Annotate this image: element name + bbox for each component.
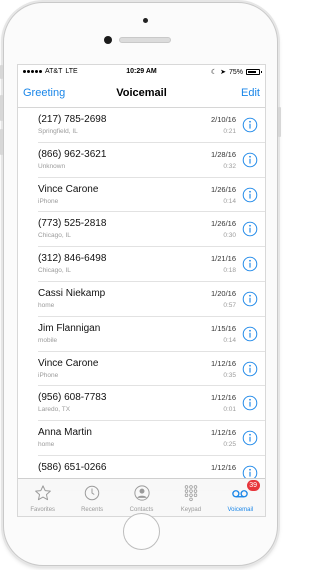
mute-switch xyxy=(0,65,3,79)
voicemail-date: 1/12/16 xyxy=(210,428,236,438)
voicemail-duration: 0:14 xyxy=(223,336,236,344)
voicemail-row[interactable]: Jim Flannigan mobile 1/15/16 0:14 xyxy=(38,317,265,352)
voicemail-date: 1/26/16 xyxy=(210,219,236,229)
voicemail-duration: 0:01 xyxy=(223,406,236,414)
voicemail-row[interactable]: (773) 525-2818 Chicago, IL 1/26/16 0:30 xyxy=(38,212,265,248)
edit-button[interactable]: Edit xyxy=(241,87,260,99)
voicemail-row[interactable]: Vince Carone iPhone 1/12/16 0:35 xyxy=(38,352,265,387)
caller-name: (312) 846-6498 xyxy=(38,253,107,265)
voicemail-duration: 0:35 xyxy=(223,371,236,379)
navigation-bar: Greeting Voicemail Edit xyxy=(18,79,265,108)
caller-detail: Chicago, IL xyxy=(38,267,71,275)
voicemail-date: 1/26/16 xyxy=(210,184,236,194)
caller-name: Cassi Niekamp xyxy=(38,287,106,299)
tab-recents-label: Recents xyxy=(81,507,104,513)
caller-name: (956) 608-7783 xyxy=(38,392,107,404)
front-camera xyxy=(104,36,112,44)
caller-name: (217) 785-2698 xyxy=(38,114,107,125)
battery-percent: 75% xyxy=(228,68,243,76)
voicemail-row[interactable]: (217) 785-2698 Springfield, IL 2/10/16 0:21 xyxy=(38,108,265,143)
volume-up-button xyxy=(0,95,3,121)
voicemail-date: 1/12/16 xyxy=(210,462,236,472)
voicemail-row[interactable]: Cassi Niekamp home 1/20/16 0:57 xyxy=(38,282,265,317)
caller-detail: Springfield, IL xyxy=(38,128,78,135)
tab-bar: Favorites Recents Contacts Keypad 39 Voi… xyxy=(18,478,265,516)
voicemail-date: 1/15/16 xyxy=(210,323,236,333)
voicemail-duration: 0:57 xyxy=(223,301,236,309)
caller-name: (586) 651-0266 xyxy=(38,461,107,473)
status-bar: AT&T LTE 10:29 AM ☾ ➤ 75% xyxy=(18,65,265,79)
contact-icon xyxy=(133,485,150,501)
star-icon xyxy=(34,485,51,501)
voicemail-date: 2/10/16 xyxy=(210,115,236,124)
status-right: ☾ ➤ 75% xyxy=(210,68,262,76)
voicemail-duration: 0:32 xyxy=(223,162,236,170)
voicemail-duration: 0:14 xyxy=(223,197,236,205)
clock-icon xyxy=(84,485,100,501)
voicemail-date: 1/12/16 xyxy=(210,358,236,368)
caller-name: Vince Carone xyxy=(38,357,99,369)
voicemail-row[interactable]: (866) 962-3621 Unknown 1/28/16 0:32 xyxy=(38,143,265,178)
battery-icon xyxy=(246,69,262,75)
info-icon[interactable] xyxy=(242,326,258,342)
voicemail-row[interactable]: Vince Carone iPhone 1/26/16 0:14 xyxy=(38,178,265,213)
info-icon[interactable] xyxy=(242,221,258,237)
page-title: Voicemail xyxy=(116,87,167,99)
earpiece-speaker xyxy=(119,37,171,43)
tab-contacts[interactable]: Contacts xyxy=(117,479,166,516)
info-icon[interactable] xyxy=(242,117,258,133)
voicemail-row[interactable]: Anna Martin home 1/12/16 0:25 xyxy=(38,421,265,456)
info-icon[interactable] xyxy=(242,187,258,203)
voicemail-date: 1/21/16 xyxy=(210,254,236,264)
info-icon[interactable] xyxy=(242,291,258,307)
voicemail-row[interactable]: (956) 608-7783 Laredo, TX 1/12/16 0:01 xyxy=(38,386,265,422)
info-icon[interactable] xyxy=(242,361,258,377)
caller-name: (866) 962-3621 xyxy=(38,148,107,160)
voicemail-duration: 0:25 xyxy=(223,441,236,449)
caller-detail: Laredo, TX xyxy=(38,406,71,414)
voicemail-date: 1/28/16 xyxy=(210,149,236,159)
home-button[interactable] xyxy=(123,513,160,550)
tab-recents[interactable]: Recents xyxy=(67,479,116,516)
proximity-sensor xyxy=(143,18,148,23)
caller-detail: mobile xyxy=(38,336,58,344)
moon-icon: ☾ xyxy=(210,69,218,76)
caller-detail: home xyxy=(38,441,55,449)
voicemail-duration: 0:30 xyxy=(223,232,236,240)
volume-down-button xyxy=(0,129,3,155)
info-icon[interactable] xyxy=(242,152,258,168)
voicemail-badge: 39 xyxy=(246,480,260,491)
info-icon[interactable] xyxy=(242,430,258,446)
voicemail-duration: 0:21 xyxy=(223,128,236,135)
tab-favorites[interactable]: Favorites xyxy=(18,479,67,516)
power-button xyxy=(278,107,281,137)
info-icon[interactable] xyxy=(242,256,258,272)
tab-voicemail-label: Voicemail xyxy=(227,507,254,513)
voicemail-row[interactable]: (312) 846-6498 Chicago, IL 1/21/16 0:18 xyxy=(38,247,265,282)
caller-detail: Chicago, IL xyxy=(38,232,71,240)
tab-favorites-label: Favorites xyxy=(30,507,56,513)
location-icon: ➤ xyxy=(220,69,226,76)
info-icon[interactable] xyxy=(242,395,258,411)
screen: AT&T LTE 10:29 AM ☾ ➤ 75% Greeting Voice… xyxy=(17,64,266,517)
keypad-icon xyxy=(184,485,198,502)
tab-keypad[interactable]: Keypad xyxy=(166,479,215,516)
caller-name: Jim Flannigan xyxy=(38,322,101,334)
tab-keypad-label: Keypad xyxy=(180,507,202,513)
tab-voicemail[interactable]: 39 Voicemail xyxy=(216,479,265,516)
caller-name: Vince Carone xyxy=(38,183,99,195)
caller-name: Anna Martin xyxy=(38,427,92,439)
battery-fill xyxy=(248,71,256,73)
caller-detail: Unknown xyxy=(38,162,66,170)
caller-detail: iPhone xyxy=(38,197,59,205)
caller-name: (773) 525-2818 xyxy=(38,218,107,230)
voicemail-duration: 0:18 xyxy=(223,267,236,275)
caller-detail: home xyxy=(38,301,55,309)
voicemail-date: 1/20/16 xyxy=(210,288,236,298)
voicemail-date: 1/12/16 xyxy=(210,393,236,403)
voicemail-list: (217) 785-2698 Springfield, IL 2/10/16 0:21… xyxy=(18,108,265,491)
caller-detail: iPhone xyxy=(38,371,59,379)
